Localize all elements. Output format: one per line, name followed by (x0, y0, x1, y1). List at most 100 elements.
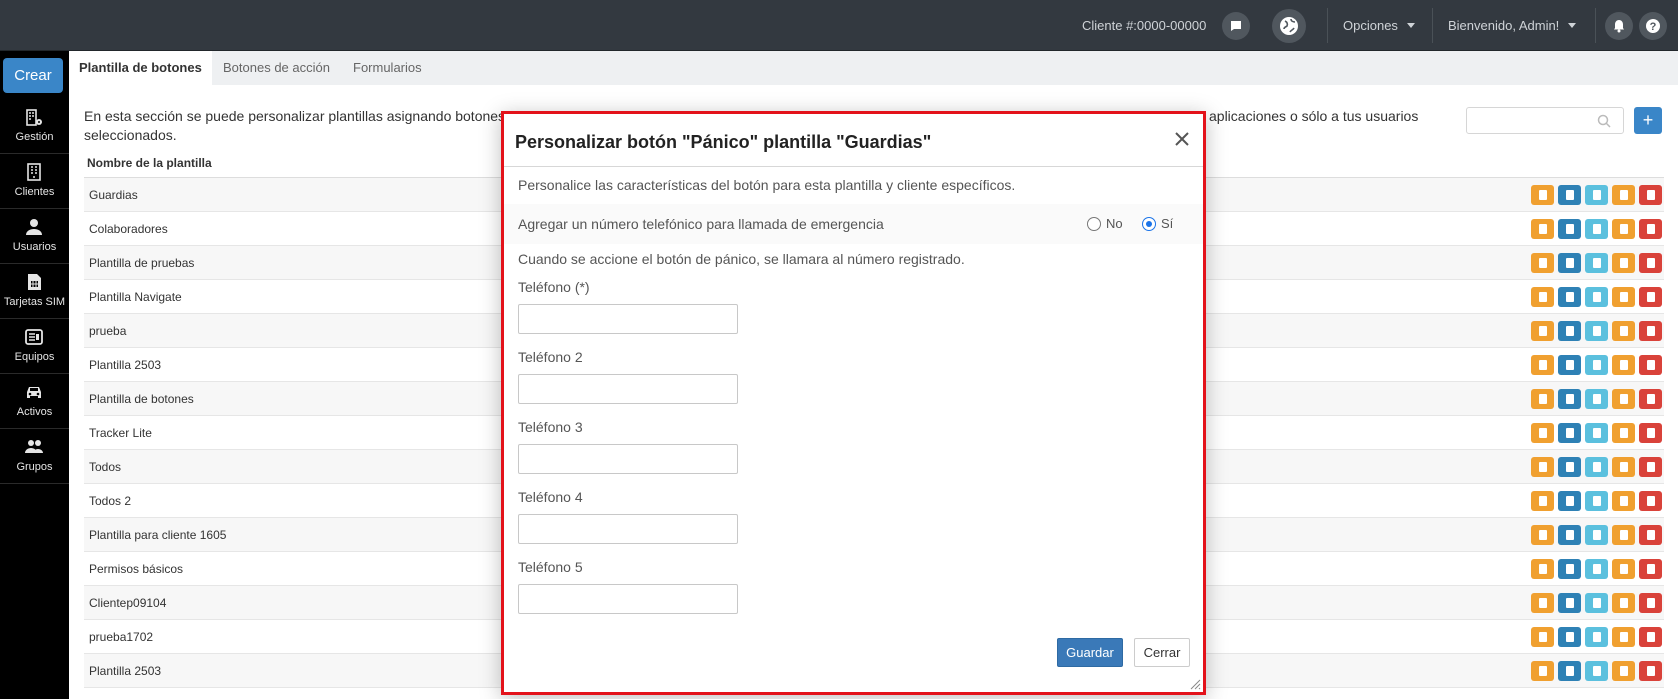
save-button[interactable]: Guardar (1057, 638, 1123, 667)
devices-button[interactable] (1585, 525, 1608, 545)
devices-button[interactable] (1585, 423, 1608, 443)
radio-no[interactable]: No (1087, 216, 1123, 231)
devices-button[interactable] (1585, 355, 1608, 375)
edit-button[interactable] (1531, 219, 1554, 239)
delete-button[interactable] (1639, 593, 1662, 613)
details-button[interactable] (1558, 559, 1581, 579)
sidebar-item-usuarios[interactable]: Usuarios (0, 209, 69, 264)
language-button[interactable] (1272, 0, 1306, 51)
copy-button[interactable] (1612, 627, 1635, 647)
delete-button[interactable] (1639, 253, 1662, 273)
sidebar-item-clientes[interactable]: Clientes (0, 154, 69, 209)
copy-button[interactable] (1612, 525, 1635, 545)
edit-button[interactable] (1531, 253, 1554, 273)
sidebar-item-equipos[interactable]: Equipos (0, 319, 69, 374)
tab-plantilla-de-botones[interactable]: Plantilla de botones (69, 51, 212, 85)
delete-button[interactable] (1639, 627, 1662, 647)
edit-button[interactable] (1531, 661, 1554, 681)
details-button[interactable] (1558, 185, 1581, 205)
delete-button[interactable] (1639, 559, 1662, 579)
edit-button[interactable] (1531, 355, 1554, 375)
sidebar-item-tarjetas-sim[interactable]: Tarjetas SIM (0, 264, 69, 319)
sidebar-item-grupos[interactable]: Grupos (0, 429, 69, 484)
phone-5-input[interactable] (518, 584, 738, 614)
devices-button[interactable] (1585, 219, 1608, 239)
notifications-button[interactable] (1605, 0, 1633, 51)
close-icon[interactable] (1173, 130, 1191, 148)
copy-button[interactable] (1612, 661, 1635, 681)
radio-yes[interactable]: Sí (1142, 216, 1173, 231)
copy-button[interactable] (1612, 355, 1635, 375)
details-button[interactable] (1558, 321, 1581, 341)
edit-button[interactable] (1531, 389, 1554, 409)
devices-button[interactable] (1585, 559, 1608, 579)
delete-button[interactable] (1639, 321, 1662, 341)
delete-button[interactable] (1639, 457, 1662, 477)
details-button[interactable] (1558, 661, 1581, 681)
radio-yes-circle[interactable] (1142, 216, 1156, 231)
devices-button[interactable] (1585, 287, 1608, 307)
phone-1-input[interactable] (518, 304, 738, 334)
details-button[interactable] (1558, 491, 1581, 511)
devices-button[interactable] (1585, 185, 1608, 205)
messages-button[interactable] (1222, 0, 1250, 51)
delete-button[interactable] (1639, 661, 1662, 681)
edit-button[interactable] (1531, 321, 1554, 341)
search-input[interactable] (1466, 107, 1624, 134)
delete-button[interactable] (1639, 525, 1662, 545)
options-dropdown[interactable]: Opciones (1343, 0, 1415, 51)
details-button[interactable] (1558, 219, 1581, 239)
details-button[interactable] (1558, 457, 1581, 477)
create-button[interactable]: Crear (3, 58, 63, 93)
devices-button[interactable] (1585, 389, 1608, 409)
copy-button[interactable] (1612, 423, 1635, 443)
details-button[interactable] (1558, 627, 1581, 647)
copy-button[interactable] (1612, 389, 1635, 409)
phone-2-input[interactable] (518, 374, 738, 404)
copy-button[interactable] (1612, 219, 1635, 239)
copy-button[interactable] (1612, 287, 1635, 307)
details-button[interactable] (1558, 355, 1581, 375)
copy-button[interactable] (1612, 491, 1635, 511)
details-button[interactable] (1558, 525, 1581, 545)
copy-button[interactable] (1612, 321, 1635, 341)
add-template-button[interactable]: + (1634, 107, 1662, 134)
delete-button[interactable] (1639, 355, 1662, 375)
edit-button[interactable] (1531, 423, 1554, 443)
edit-button[interactable] (1531, 525, 1554, 545)
edit-button[interactable] (1531, 593, 1554, 613)
edit-button[interactable] (1531, 559, 1554, 579)
devices-button[interactable] (1585, 321, 1608, 341)
edit-button[interactable] (1531, 627, 1554, 647)
radio-no-circle[interactable] (1087, 216, 1101, 231)
tab-formularios[interactable]: Formularios (343, 51, 432, 85)
edit-button[interactable] (1531, 457, 1554, 477)
copy-button[interactable] (1612, 253, 1635, 273)
devices-button[interactable] (1585, 661, 1608, 681)
details-button[interactable] (1558, 287, 1581, 307)
delete-button[interactable] (1639, 423, 1662, 443)
details-button[interactable] (1558, 423, 1581, 443)
devices-button[interactable] (1585, 253, 1608, 273)
copy-button[interactable] (1612, 457, 1635, 477)
phone-4-input[interactable] (518, 514, 738, 544)
devices-button[interactable] (1585, 593, 1608, 613)
edit-button[interactable] (1531, 185, 1554, 205)
tab-botones-de-accion[interactable]: Botones de acción (213, 51, 340, 85)
sidebar-item-activos[interactable]: Activos (0, 374, 69, 429)
devices-button[interactable] (1585, 627, 1608, 647)
cancel-button[interactable]: Cerrar (1134, 638, 1190, 667)
help-button[interactable]: ? (1639, 0, 1667, 51)
copy-button[interactable] (1612, 185, 1635, 205)
user-menu-dropdown[interactable]: Bienvenido, Admin! (1448, 0, 1577, 51)
copy-button[interactable] (1612, 559, 1635, 579)
details-button[interactable] (1558, 389, 1581, 409)
copy-button[interactable] (1612, 593, 1635, 613)
resize-handle-icon[interactable] (1189, 678, 1201, 690)
details-button[interactable] (1558, 593, 1581, 613)
phone-3-input[interactable] (518, 444, 738, 474)
devices-button[interactable] (1585, 491, 1608, 511)
devices-button[interactable] (1585, 457, 1608, 477)
delete-button[interactable] (1639, 491, 1662, 511)
edit-button[interactable] (1531, 491, 1554, 511)
